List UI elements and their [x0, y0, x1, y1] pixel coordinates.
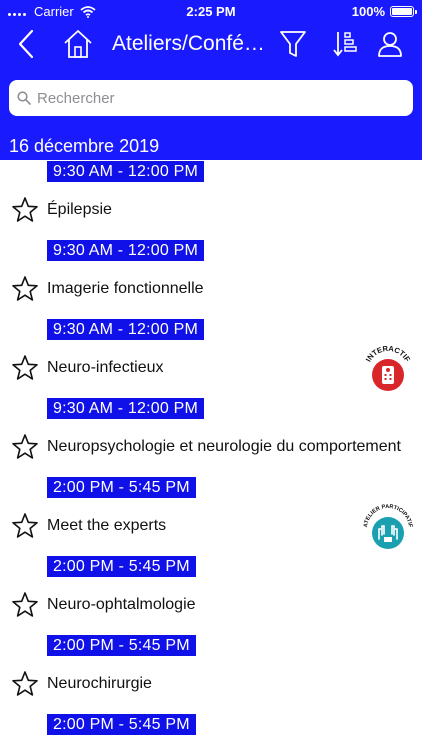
session-title: Imagerie fonctionnelle — [47, 280, 204, 297]
atelier-participatif-badge-icon: ATELIER PARTICIPATIF — [363, 504, 413, 549]
profile-button[interactable] — [374, 28, 406, 60]
session-title: Épilepsie — [47, 201, 112, 218]
time-badge: 2:00 PM - 5:45 PM — [47, 714, 196, 735]
search-bar[interactable] — [9, 80, 413, 116]
page-title: Ateliers/Confé… — [112, 32, 265, 55]
star-icon[interactable] — [11, 354, 39, 382]
date-section-header: 16 décembre 2019 — [0, 132, 422, 160]
list-item[interactable]: Neuro-ophtalmologie — [0, 587, 422, 627]
list-item[interactable]: Neurochirurgie — [0, 666, 422, 706]
time-badge: 2:00 PM - 5:45 PM — [47, 556, 196, 577]
time-badge: 2:00 PM - 5:45 PM — [47, 477, 196, 498]
session-title: Neuropsychologie et neurologie du compor… — [47, 438, 401, 455]
time-badge: 9:30 AM - 12:00 PM — [47, 398, 205, 419]
search-icon — [17, 91, 31, 105]
session-title: Neuro-ophtalmologie — [47, 596, 196, 613]
star-icon[interactable] — [11, 433, 39, 461]
list-item[interactable]: Neuropsychologie et neurologie du compor… — [0, 429, 422, 469]
home-icon — [64, 30, 92, 58]
session-title: Neuro-infectieux — [47, 359, 164, 376]
star-icon[interactable] — [11, 275, 39, 303]
list-item[interactable]: Épilepsie — [0, 192, 422, 232]
sort-button[interactable] — [330, 28, 362, 60]
user-icon — [378, 32, 402, 57]
battery-icon — [390, 6, 417, 17]
status-bar: Carrier 2:25 PM 100% — [0, 0, 422, 22]
sort-icon — [333, 32, 357, 57]
star-icon[interactable] — [11, 512, 39, 540]
home-button[interactable] — [62, 28, 94, 60]
star-icon[interactable] — [11, 670, 39, 698]
filter-button[interactable] — [277, 28, 309, 60]
list-item[interactable]: Meet the experts — [0, 508, 422, 548]
back-button[interactable] — [10, 28, 42, 60]
session-title: Neurochirurgie — [47, 675, 152, 692]
time-badge: 9:30 AM - 12:00 PM — [47, 161, 205, 182]
star-icon[interactable] — [11, 591, 39, 619]
battery-percent: 100% — [351, 4, 385, 19]
list-item[interactable]: Neuro-infectieux — [0, 350, 422, 390]
back-icon — [18, 29, 34, 59]
star-icon[interactable] — [11, 196, 39, 224]
search-area — [0, 66, 422, 132]
battery-group: 100% — [351, 4, 417, 19]
search-input[interactable] — [37, 89, 397, 107]
filter-icon — [280, 31, 306, 57]
nav-bar: Ateliers/Confé… — [0, 22, 422, 66]
time-badge: 9:30 AM - 12:00 PM — [47, 240, 205, 261]
time-badge: 9:30 AM - 12:00 PM — [47, 319, 205, 340]
time-badge: 2:00 PM - 5:45 PM — [47, 635, 196, 656]
session-title: Meet the experts — [47, 517, 167, 534]
interactif-badge-icon: INTERACTIF — [364, 344, 412, 391]
list-item[interactable]: Imagerie fonctionnelle — [0, 271, 422, 311]
session-list[interactable]: 9:30 AM - 12:00 PM Épilepsie 9:30 AM - 1… — [0, 160, 422, 750]
